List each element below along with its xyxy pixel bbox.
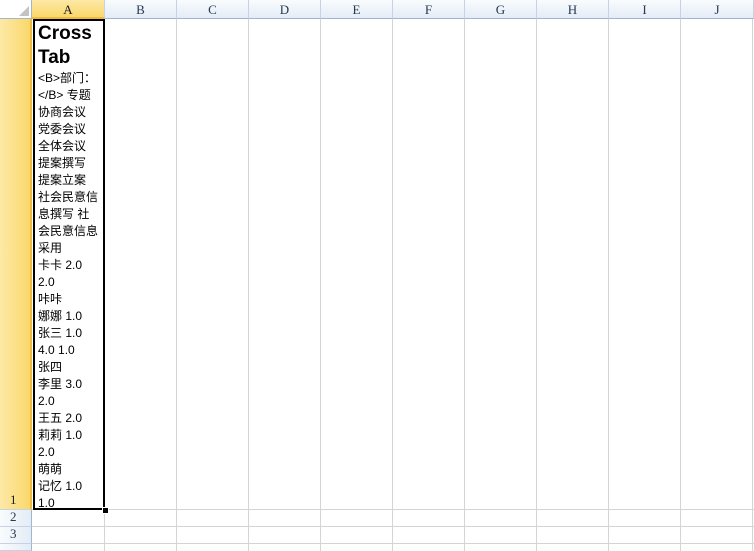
gridline-vertical: [176, 19, 177, 551]
gridline-vertical: [320, 19, 321, 551]
gridline-vertical: [752, 19, 753, 551]
column-header-d[interactable]: D: [249, 0, 321, 19]
column-header-a[interactable]: A: [32, 0, 105, 19]
row-header-2[interactable]: 2: [0, 509, 32, 527]
row-number-2: 2: [10, 509, 17, 524]
select-all-corner[interactable]: [0, 0, 32, 19]
column-header-e[interactable]: E: [321, 0, 393, 19]
column-header-c[interactable]: C: [177, 0, 249, 19]
cell-a1[interactable]: Cross Tab <B>部门： </B> 专题 协商会议 党委会议 全体会议 …: [33, 19, 105, 510]
gridline-vertical: [608, 19, 609, 551]
column-header-h[interactable]: H: [537, 0, 609, 19]
cell-a1-title: Cross Tab: [38, 23, 92, 68]
gridline-vertical: [248, 19, 249, 551]
cell-a1-content: <B>部门： </B> 专题 协商会议 党委会议 全体会议 提案撰写 提案立案 …: [38, 71, 99, 510]
column-header-i[interactable]: I: [609, 0, 681, 19]
gridline-horizontal: [32, 526, 754, 527]
column-header-b[interactable]: B: [105, 0, 177, 19]
gridline-horizontal: [32, 543, 754, 544]
row-header-1[interactable]: 1: [0, 19, 32, 510]
gridline-horizontal: [32, 509, 754, 510]
gridline-vertical: [680, 19, 681, 551]
gridline-vertical: [392, 19, 393, 551]
row-header-4-partial[interactable]: [0, 544, 32, 551]
select-all-triangle-icon: [19, 6, 29, 16]
gridline-vertical: [464, 19, 465, 551]
column-header-j[interactable]: J: [681, 0, 754, 19]
column-header-f[interactable]: F: [393, 0, 465, 19]
fill-handle[interactable]: [102, 507, 109, 514]
gridline-vertical: [536, 19, 537, 551]
row-number-3: 3: [10, 526, 17, 541]
column-header-g[interactable]: G: [465, 0, 537, 19]
spreadsheet-grid[interactable]: A B C D E F G H I J 1 2 3 Cross Tab <B>部…: [0, 0, 754, 551]
row-number-1: 1: [10, 492, 17, 507]
row-header-3[interactable]: 3: [0, 526, 32, 544]
